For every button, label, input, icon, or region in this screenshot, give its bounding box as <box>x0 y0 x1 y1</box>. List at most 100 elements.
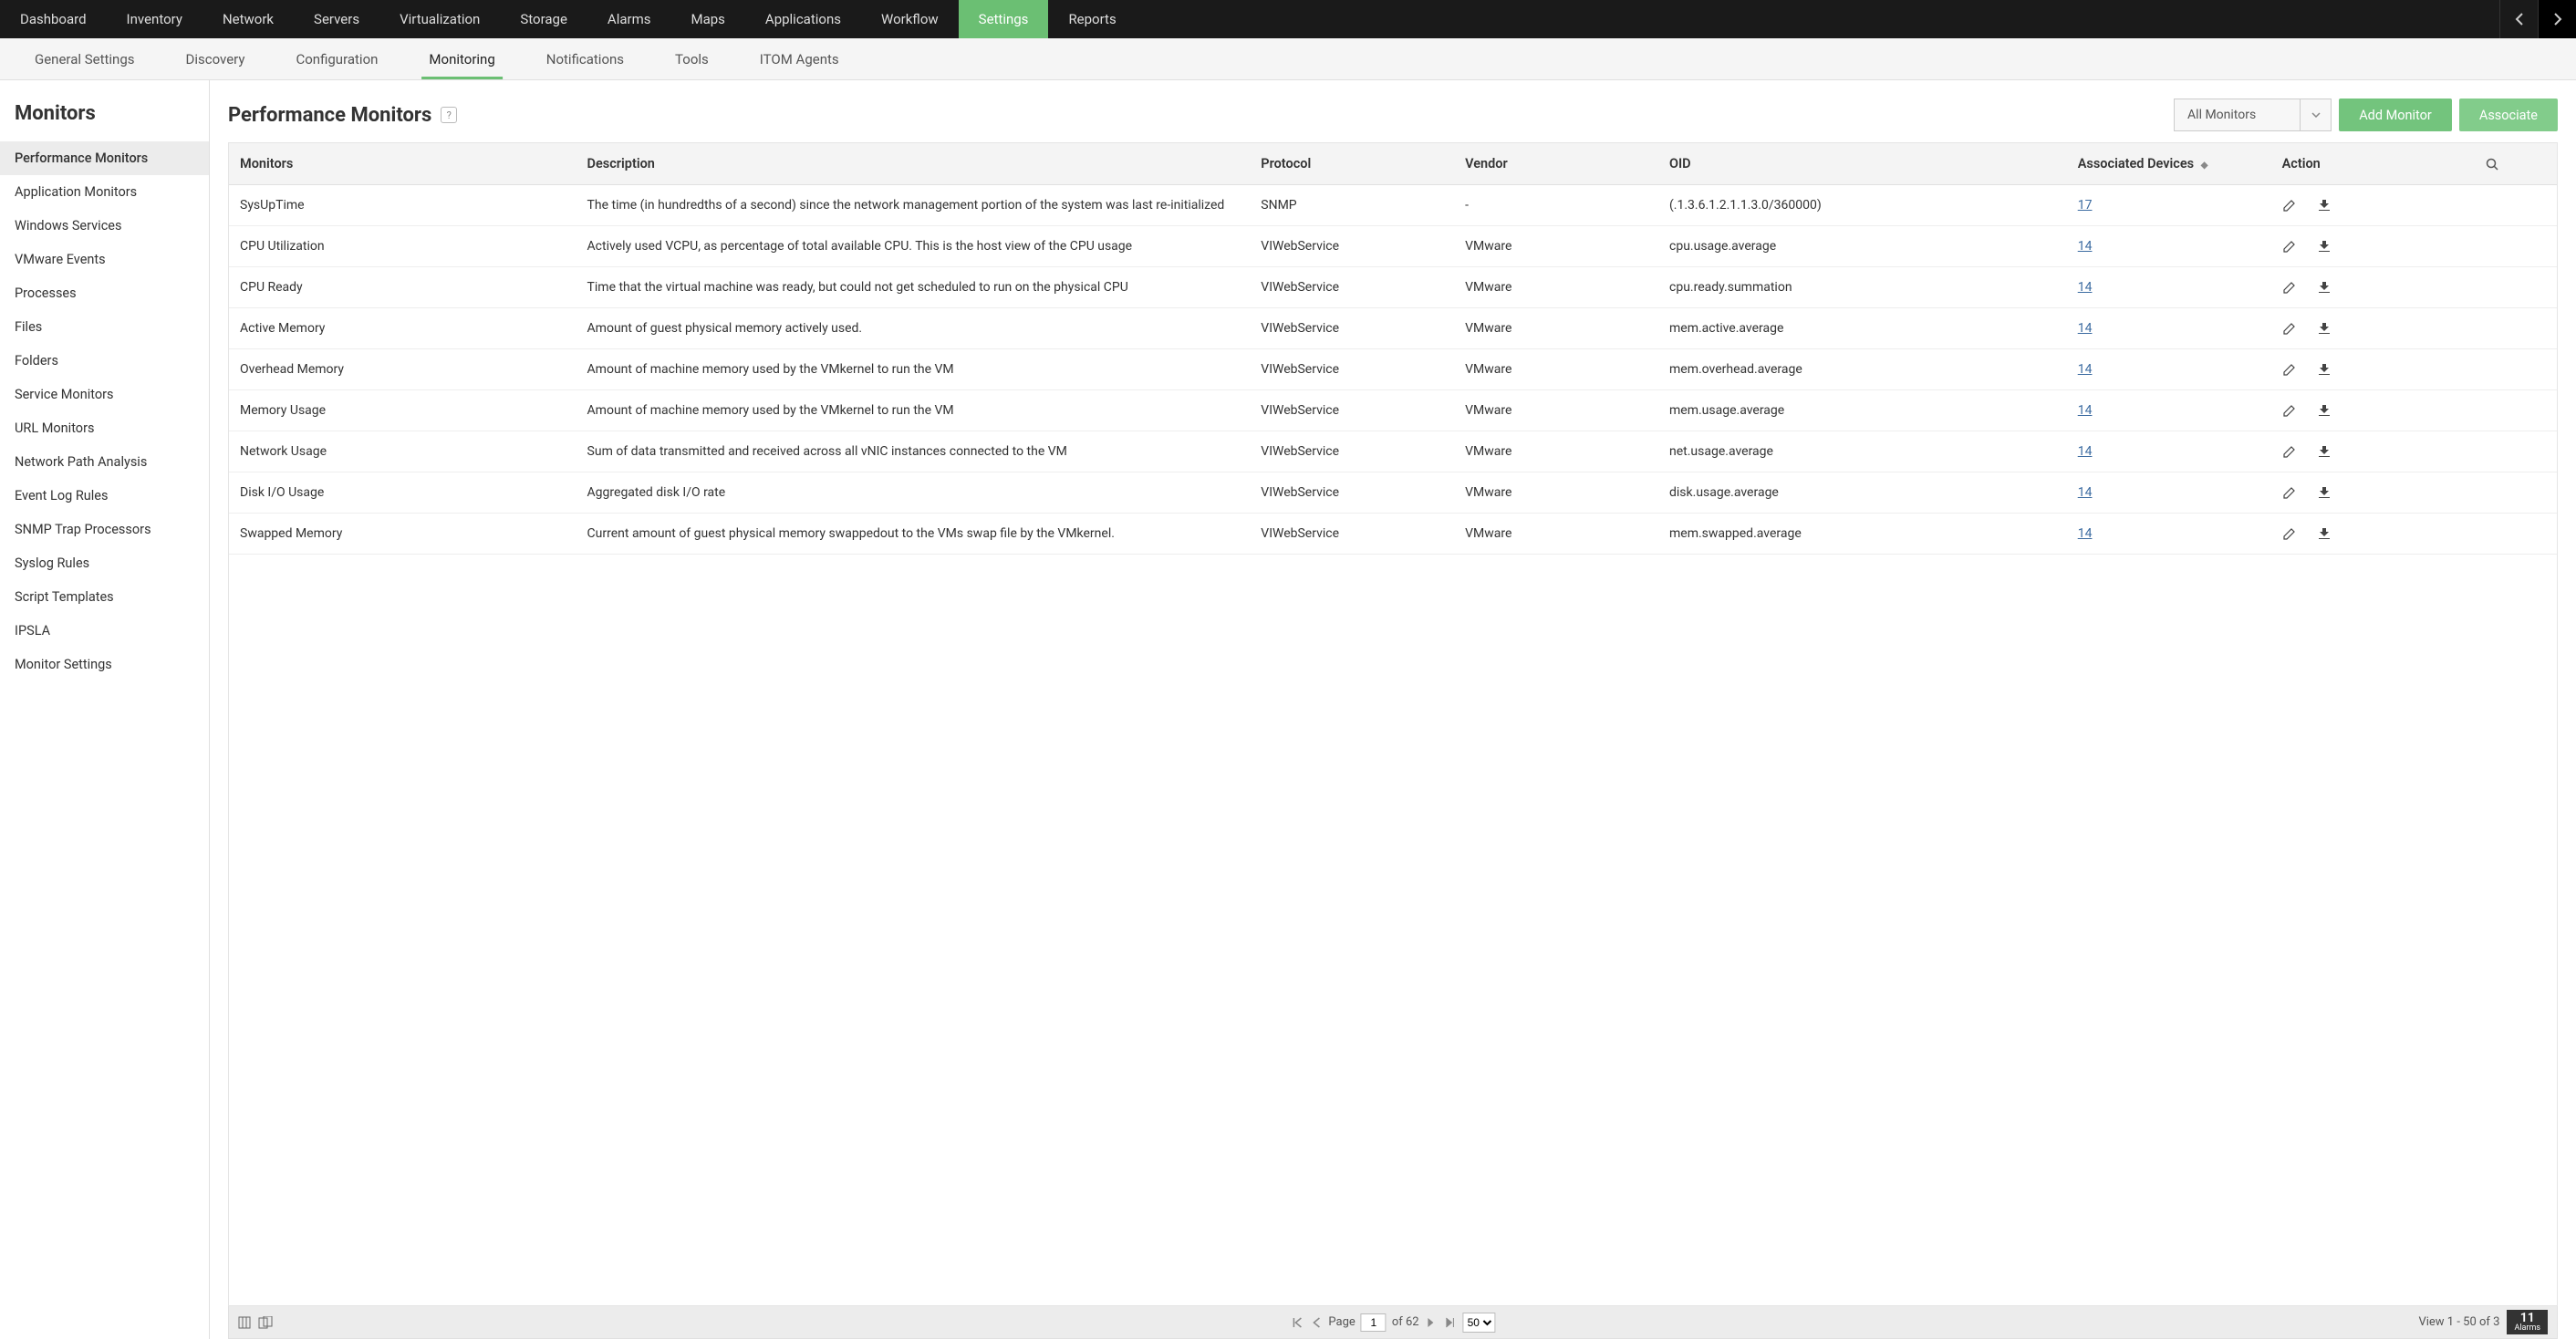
th-oid[interactable]: OID <box>1658 143 2067 185</box>
cell-assoc: 14 <box>2067 472 2271 514</box>
add-monitor-button[interactable]: Add Monitor <box>2339 99 2452 131</box>
top-nav-settings[interactable]: Settings <box>959 0 1049 38</box>
top-nav-maps[interactable]: Maps <box>670 0 744 38</box>
nav-prev-icon[interactable] <box>2499 0 2538 38</box>
cell-protocol: VIWebService <box>1250 514 1454 555</box>
export-row-icon[interactable] <box>2317 239 2332 254</box>
top-nav-alarms[interactable]: Alarms <box>587 0 671 38</box>
sidebar-item-ipsla[interactable]: IPSLA <box>0 614 209 648</box>
edit-icon[interactable] <box>2282 280 2297 295</box>
table-row: Overhead MemoryAmount of machine memory … <box>229 349 2557 390</box>
cell-desc: Aggregated disk I/O rate <box>576 472 1251 514</box>
sidebar-item-application-monitors[interactable]: Application Monitors <box>0 175 209 209</box>
export-row-icon[interactable] <box>2317 280 2332 295</box>
cell-action <box>2271 431 2557 472</box>
top-nav-workflow[interactable]: Workflow <box>861 0 959 38</box>
edit-icon[interactable] <box>2282 321 2297 336</box>
table-row: SysUpTimeThe time (in hundredths of a se… <box>229 185 2557 226</box>
cell-action <box>2271 472 2557 514</box>
sidebar-item-performance-monitors[interactable]: Performance Monitors <box>0 141 209 175</box>
assoc-link[interactable]: 14 <box>2078 403 2093 418</box>
sub-nav-general-settings[interactable]: General Settings <box>9 38 161 79</box>
assoc-link[interactable]: 14 <box>2078 239 2093 254</box>
sidebar-item-files[interactable]: Files <box>0 310 209 344</box>
sidebar-item-vmware-events[interactable]: VMware Events <box>0 243 209 276</box>
sub-nav-monitoring[interactable]: Monitoring <box>403 38 520 79</box>
sidebar-item-snmp-trap-processors[interactable]: SNMP Trap Processors <box>0 513 209 546</box>
sub-nav-itom-agents[interactable]: ITOM Agents <box>734 38 865 79</box>
assoc-link[interactable]: 14 <box>2078 444 2093 459</box>
cell-vendor: VMware <box>1454 308 1658 349</box>
th-protocol[interactable]: Protocol <box>1250 143 1454 185</box>
edit-icon[interactable] <box>2282 362 2297 377</box>
edit-icon[interactable] <box>2282 526 2297 541</box>
first-page-icon[interactable] <box>1290 1317 1304 1328</box>
edit-icon[interactable] <box>2282 444 2297 459</box>
nav-next-icon[interactable] <box>2538 0 2576 38</box>
export-row-icon[interactable] <box>2317 198 2332 213</box>
sidebar-item-event-log-rules[interactable]: Event Log Rules <box>0 479 209 513</box>
export-row-icon[interactable] <box>2317 403 2332 418</box>
edit-icon[interactable] <box>2282 485 2297 500</box>
assoc-link[interactable]: 14 <box>2078 321 2093 336</box>
top-nav-dashboard[interactable]: Dashboard <box>0 0 107 38</box>
assoc-link[interactable]: 14 <box>2078 362 2093 377</box>
export-icon[interactable] <box>258 1316 273 1329</box>
assoc-link[interactable]: 14 <box>2078 280 2093 295</box>
top-nav-network[interactable]: Network <box>203 0 294 38</box>
associate-button[interactable]: Associate <box>2459 99 2558 131</box>
monitors-table: Monitors Description Protocol Vendor OID… <box>228 142 2558 1306</box>
table-row: CPU UtilizationActively used VCPU, as pe… <box>229 226 2557 267</box>
top-nav-inventory[interactable]: Inventory <box>107 0 203 38</box>
sidebar-item-folders[interactable]: Folders <box>0 344 209 378</box>
top-nav-reports[interactable]: Reports <box>1048 0 1136 38</box>
export-row-icon[interactable] <box>2317 444 2332 459</box>
cell-protocol: SNMP <box>1250 185 1454 226</box>
th-search[interactable] <box>2475 143 2557 185</box>
top-nav-servers[interactable]: Servers <box>294 0 379 38</box>
sidebar-item-windows-services[interactable]: Windows Services <box>0 209 209 243</box>
top-nav-applications[interactable]: Applications <box>745 0 861 38</box>
export-row-icon[interactable] <box>2317 362 2332 377</box>
cell-oid: mem.active.average <box>1658 308 2067 349</box>
th-associated-devices[interactable]: Associated Devices ◆ <box>2067 143 2271 185</box>
filter-dropdown[interactable]: All Monitors <box>2174 99 2332 131</box>
sidebar-item-script-templates[interactable]: Script Templates <box>0 580 209 614</box>
edit-icon[interactable] <box>2282 198 2297 213</box>
cell-name: Overhead Memory <box>229 349 576 390</box>
prev-page-icon[interactable] <box>1310 1317 1323 1328</box>
last-page-icon[interactable] <box>1443 1317 1458 1328</box>
page-input[interactable] <box>1361 1313 1387 1332</box>
cell-vendor: VMware <box>1454 431 1658 472</box>
alarms-badge[interactable]: 11 Alarms <box>2507 1310 2548 1334</box>
edit-icon[interactable] <box>2282 403 2297 418</box>
export-row-icon[interactable] <box>2317 526 2332 541</box>
assoc-link[interactable]: 14 <box>2078 485 2093 500</box>
sidebar-item-processes[interactable]: Processes <box>0 276 209 310</box>
th-description[interactable]: Description <box>576 143 1251 185</box>
cell-desc: Amount of machine memory used by the VMk… <box>576 390 1251 431</box>
th-vendor[interactable]: Vendor <box>1454 143 1658 185</box>
sub-nav-configuration[interactable]: Configuration <box>270 38 403 79</box>
sub-nav-discovery[interactable]: Discovery <box>161 38 271 79</box>
sidebar-item-network-path-analysis[interactable]: Network Path Analysis <box>0 445 209 479</box>
sub-nav-tools[interactable]: Tools <box>649 38 734 79</box>
sidebar-item-syslog-rules[interactable]: Syslog Rules <box>0 546 209 580</box>
columns-icon[interactable] <box>238 1316 251 1329</box>
edit-icon[interactable] <box>2282 239 2297 254</box>
export-row-icon[interactable] <box>2317 485 2332 500</box>
sidebar-item-service-monitors[interactable]: Service Monitors <box>0 378 209 411</box>
top-nav-storage[interactable]: Storage <box>500 0 587 38</box>
help-icon[interactable]: ? <box>441 107 457 123</box>
export-row-icon[interactable] <box>2317 321 2332 336</box>
assoc-link[interactable]: 17 <box>2078 198 2093 213</box>
sidebar-item-monitor-settings[interactable]: Monitor Settings <box>0 648 209 681</box>
assoc-link[interactable]: 14 <box>2078 526 2093 541</box>
page-size-select[interactable]: 50 <box>1463 1313 1496 1333</box>
cell-assoc: 14 <box>2067 390 2271 431</box>
sub-nav-notifications[interactable]: Notifications <box>521 38 649 79</box>
top-nav-virtualization[interactable]: Virtualization <box>379 0 500 38</box>
next-page-icon[interactable] <box>1425 1317 1438 1328</box>
th-monitors[interactable]: Monitors <box>229 143 576 185</box>
sidebar-item-url-monitors[interactable]: URL Monitors <box>0 411 209 445</box>
